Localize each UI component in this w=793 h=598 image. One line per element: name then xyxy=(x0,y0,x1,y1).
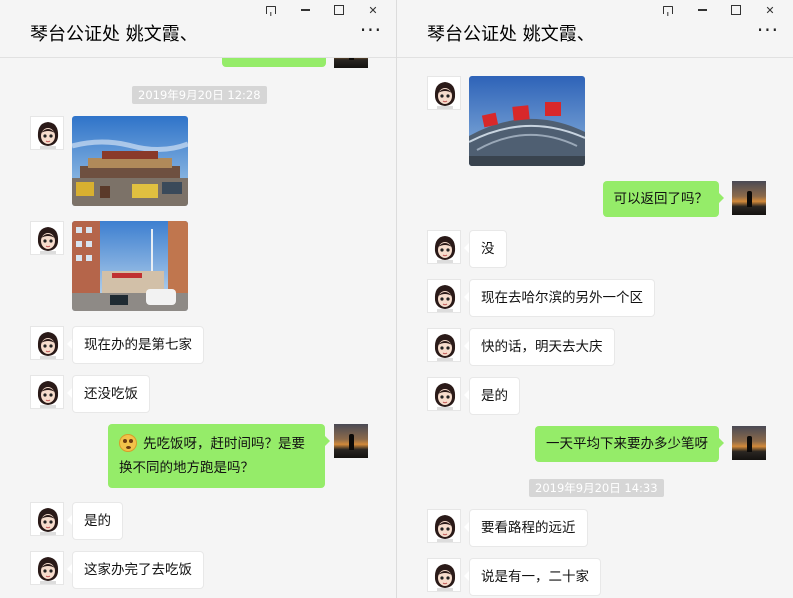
avatar-contact[interactable] xyxy=(30,326,64,360)
minimize-icon[interactable] xyxy=(288,0,322,20)
more-options-icon[interactable]: ··· xyxy=(360,20,382,40)
avatar-contact[interactable] xyxy=(427,377,461,411)
avatar-girl-icon xyxy=(37,508,59,535)
avatar-self[interactable] xyxy=(732,426,766,460)
message-bubble-sent[interactable]: 一天平均下来要办多少笔呀 xyxy=(535,426,724,462)
avatar-girl-icon xyxy=(434,564,456,591)
avatar-girl-icon xyxy=(37,332,59,359)
window-controls: ✕ xyxy=(651,0,787,20)
avatar-contact[interactable] xyxy=(427,76,461,110)
message-text: 先吃饭呀，赶时间吗？是要换不同的地方跑是吗？ xyxy=(119,436,305,476)
message-bubble[interactable]: 现在去哈尔滨的另外一个区 xyxy=(464,279,655,317)
chat-title: 琴台公证处 姚文霞、 xyxy=(427,24,595,45)
avatar-contact[interactable] xyxy=(30,116,64,150)
close-icon[interactable]: ✕ xyxy=(753,0,787,20)
avatar-girl-icon xyxy=(37,122,59,149)
message-bubble[interactable]: 是的 xyxy=(67,502,123,540)
timestamp: 2019年9月20日 12:28 xyxy=(132,86,267,104)
more-options-icon[interactable]: ··· xyxy=(757,20,779,40)
avatar-girl-icon xyxy=(434,285,456,312)
avatar-contact[interactable] xyxy=(427,509,461,543)
close-icon[interactable]: ✕ xyxy=(356,0,390,20)
message-bubble[interactable]: 快的话，明天去大庆 xyxy=(464,328,615,366)
message-bubble-sent[interactable]: 可以返回了吗？ xyxy=(602,181,724,217)
avatar-girl-icon xyxy=(37,227,59,254)
message-bubble[interactable]: 还没吃饭 xyxy=(67,375,150,413)
avatar-contact[interactable] xyxy=(30,221,64,255)
photo-message[interactable] xyxy=(72,221,188,311)
pin-icon[interactable] xyxy=(254,0,288,20)
avatar-girl-icon xyxy=(37,381,59,408)
avatar-girl-icon xyxy=(37,557,59,584)
avatar-self[interactable] xyxy=(732,181,766,215)
message-bubble[interactable]: 要看路程的远近 xyxy=(464,509,588,547)
chat-panel-left: 琴台公证处 姚文霞、 ··· ✕ 2019年9月20日 12:28 现在办的是第… xyxy=(0,0,396,598)
window-controls: ✕ xyxy=(254,0,390,20)
message-bubble[interactable]: 是的 xyxy=(464,377,520,415)
avatar-girl-icon xyxy=(434,334,456,361)
avatar-contact[interactable] xyxy=(30,502,64,536)
photo-message[interactable] xyxy=(469,76,585,166)
avatar-girl-icon xyxy=(434,515,456,542)
timestamp: 2019年9月20日 14:33 xyxy=(529,479,664,497)
message-bubble[interactable]: 这家办完了去吃饭 xyxy=(67,551,204,589)
minimize-icon[interactable] xyxy=(685,0,719,20)
avatar-contact[interactable] xyxy=(427,279,461,313)
avatar-contact[interactable] xyxy=(30,551,64,585)
chat-header: 琴台公证处 姚文霞、 ··· ✕ xyxy=(0,0,396,58)
maximize-icon[interactable] xyxy=(322,0,356,20)
avatar-girl-icon xyxy=(434,383,456,410)
message-bubble-sent[interactable]: 先吃饭呀，赶时间吗？是要换不同的地方跑是吗？ xyxy=(108,424,330,488)
avatar-girl-icon xyxy=(434,236,456,263)
avatar-self[interactable] xyxy=(334,424,368,458)
avatar-girl-icon xyxy=(434,82,456,109)
avatar-contact[interactable] xyxy=(427,558,461,592)
avatar-contact[interactable] xyxy=(30,375,64,409)
avatar-contact[interactable] xyxy=(427,328,461,362)
chat-header: 琴台公证处 姚文霞、 ··· ✕ xyxy=(397,0,793,58)
maximize-icon[interactable] xyxy=(719,0,753,20)
chat-panel-right: 琴台公证处 姚文霞、 ··· ✕ 可以返回了吗？ 没 现在去哈尔滨的另外一个区 … xyxy=(396,0,793,598)
chat-title: 琴台公证处 姚文霞、 xyxy=(30,24,198,45)
message-bubble[interactable]: 现在办的是第七家 xyxy=(67,326,204,364)
message-bubble[interactable]: 没 xyxy=(464,230,507,268)
message-bubble[interactable]: 说是有一，二十家 xyxy=(464,558,601,596)
avatar-contact[interactable] xyxy=(427,230,461,264)
photo-message[interactable] xyxy=(72,116,188,206)
dizzy-face-emoji xyxy=(119,434,137,452)
pin-icon[interactable] xyxy=(651,0,685,20)
